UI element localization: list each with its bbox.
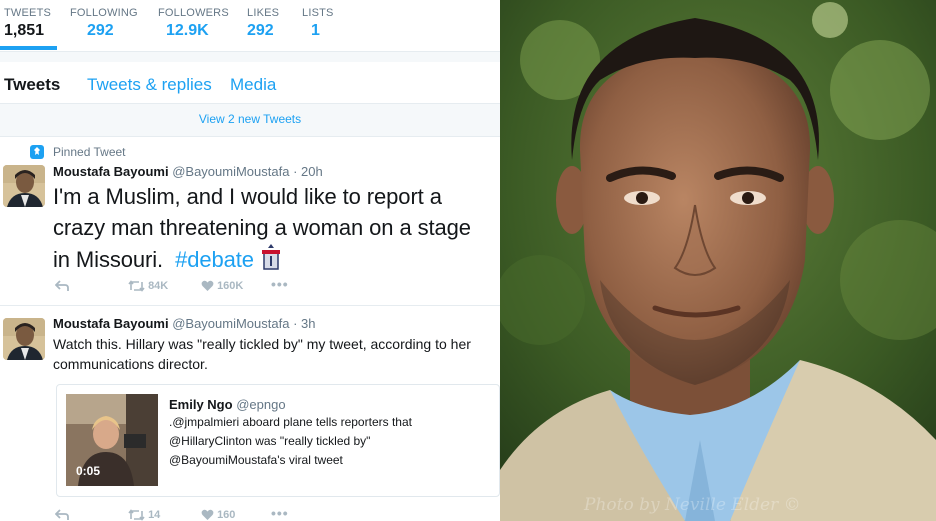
quoted-text-line: @HillaryClinton was "really tickled by" (169, 434, 371, 448)
tweet-text: I'm a Muslim, and I would like to report… (53, 181, 471, 279)
like-count: 160K (217, 280, 244, 292)
portrait-image (500, 0, 936, 521)
section-gap (0, 52, 500, 62)
active-stat-underline (0, 46, 57, 50)
stat-likes-value: 292 (247, 22, 274, 39)
stat-following[interactable]: FOLLOWING 292 (70, 7, 138, 40)
stat-tweets-value: 1,851 (4, 22, 45, 39)
stat-following-label: FOLLOWING (70, 7, 138, 19)
profile-stats-bar: TWEETS 1,851 FOLLOWING 292 FOLLOWERS 12.… (0, 0, 500, 52)
stat-likes-label: LIKES (247, 7, 280, 19)
tab-tweets-replies[interactable]: Tweets & replies (87, 75, 212, 95)
tweet-text-line: Watch this. Hillary was "really tickled … (53, 336, 471, 352)
hashtag-link[interactable]: #debate (175, 247, 254, 272)
more-icon[interactable]: ••• (271, 276, 289, 292)
twitter-profile-panel: TWEETS 1,851 FOLLOWING 292 FOLLOWERS 12.… (0, 0, 500, 521)
stat-tweets-label: TWEETS (4, 7, 52, 19)
author-name: Moustafa Bayoumi (53, 164, 169, 179)
retweet-button[interactable]: 14 (128, 509, 160, 521)
quoted-tweet[interactable]: 0:05 Emily Ngo @epngo .@jmpalmieri aboar… (56, 384, 500, 497)
stat-following-value: 292 (87, 22, 114, 39)
quoted-text-line: @BayoumiMoustafa's viral tweet (169, 453, 343, 467)
quoted-author-name: Emily Ngo (169, 397, 233, 412)
like-button[interactable]: 160K (201, 280, 243, 292)
author-handle-time: @BayoumiMoustafa · 3h (172, 316, 316, 331)
tab-media[interactable]: Media (230, 75, 276, 95)
photo-credit: Photo by Neville Elder © (584, 495, 801, 515)
stat-followers[interactable]: FOLLOWERS 12.9K (158, 7, 229, 40)
tweet-text-segment: in Missouri. (53, 247, 164, 272)
stat-followers-value: 12.9K (166, 22, 209, 39)
tweet-author[interactable]: Moustafa Bayoumi @BayoumiMoustafa · 3h (53, 316, 315, 331)
debate-podium-icon (260, 243, 282, 279)
author-handle-time: @BayoumiMoustafa · 20h (172, 164, 323, 179)
retweet-icon (128, 280, 145, 292)
tweet-text-line: communications director. (53, 356, 208, 372)
video-duration: 0:05 (76, 464, 101, 478)
reply-icon[interactable] (54, 280, 69, 292)
profile-tabs: Tweets Tweets & replies Media (0, 62, 500, 104)
avatar[interactable] (3, 318, 45, 360)
video-thumbnail[interactable]: 0:05 (66, 394, 158, 486)
tweet-text-line: crazy man threatening a woman on a stage (53, 215, 471, 240)
retweet-button[interactable]: 84K (128, 280, 168, 292)
stat-lists-label: LISTS (302, 7, 334, 19)
heart-icon (201, 280, 214, 292)
retweet-count: 84K (148, 280, 169, 292)
quoted-text-line: .@jmpalmieri aboard plane tells reporter… (169, 415, 412, 429)
tweet-text: Watch this. Hillary was "really tickled … (53, 334, 471, 374)
like-count: 160 (217, 509, 236, 521)
new-tweets-banner[interactable]: View 2 new Tweets (0, 104, 500, 137)
like-button[interactable]: 160 (201, 509, 235, 521)
stat-followers-label: FOLLOWERS (158, 7, 229, 19)
retweet-icon (128, 509, 145, 521)
avatar[interactable] (3, 165, 45, 207)
quoted-author[interactable]: Emily Ngo @epngo (169, 397, 286, 412)
more-icon[interactable]: ••• (271, 505, 289, 521)
stat-likes[interactable]: LIKES 292 (247, 7, 279, 40)
author-name: Moustafa Bayoumi (53, 316, 169, 331)
stat-tweets[interactable]: TWEETS 1,851 (4, 7, 51, 40)
portrait-photo: Photo by Neville Elder © (500, 0, 936, 521)
tweet-author[interactable]: Moustafa Bayoumi @BayoumiMoustafa · 20h (53, 164, 323, 179)
retweet-count: 14 (148, 509, 161, 521)
stat-lists-value: 1 (311, 22, 320, 39)
heart-icon (201, 509, 214, 521)
tweet-text-line: I'm a Muslim, and I would like to report… (53, 184, 442, 209)
tweet-text-line: in Missouri. #debate (53, 243, 471, 279)
quoted-author-handle: @epngo (236, 397, 286, 412)
reply-icon[interactable] (54, 509, 69, 521)
tweet-pinned[interactable]: Moustafa Bayoumi @BayoumiMoustafa · 20h … (0, 137, 500, 306)
tab-tweets[interactable]: Tweets (4, 75, 60, 95)
stat-lists[interactable]: LISTS 1 (302, 7, 334, 40)
